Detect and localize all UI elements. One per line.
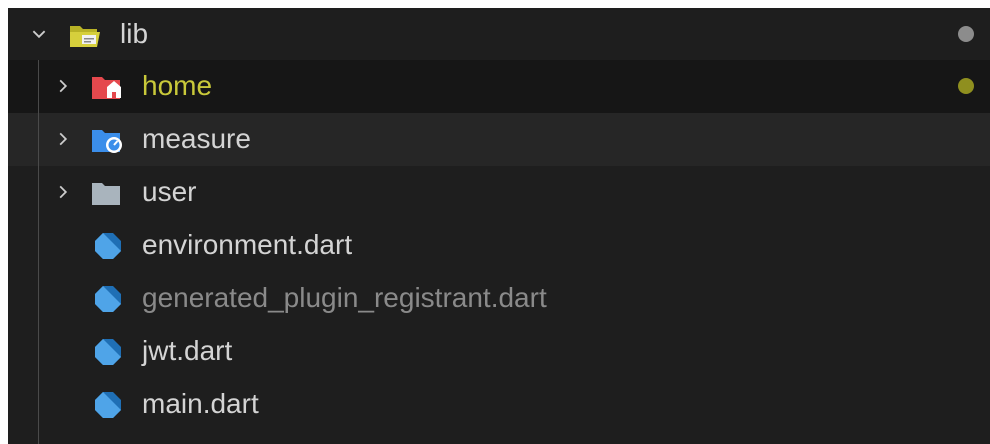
tree-item-measure[interactable]: measure	[8, 113, 990, 166]
tree-item-home[interactable]: home	[8, 60, 990, 113]
tree-item-generated-plugin-registrant-dart[interactable]: generated_plugin_registrant.dart	[8, 272, 990, 325]
tree-item-main-dart[interactable]: main.dart	[8, 378, 990, 431]
folder-measure-icon	[90, 125, 124, 155]
tree-item-label: generated_plugin_registrant.dart	[142, 282, 547, 313]
tree-item-environment-dart[interactable]: environment.dart	[8, 219, 990, 272]
chevron-right-icon[interactable]	[52, 181, 74, 203]
tree-item-label: jwt.dart	[142, 335, 233, 366]
tree-item-label: user	[142, 176, 197, 207]
chevron-right-icon[interactable]	[52, 75, 74, 97]
tree-item-jwt-dart[interactable]: jwt.dart	[8, 325, 990, 378]
tree-item-label: main.dart	[142, 388, 259, 419]
tree-item-label: environment.dart	[142, 229, 353, 260]
dart-icon	[90, 284, 124, 314]
folder-icon	[90, 178, 124, 208]
dart-icon	[90, 390, 124, 420]
tree-root-label: lib	[120, 18, 149, 49]
file-explorer: lib home measure user environment.dart g…	[8, 8, 990, 444]
tree-item-label: measure	[142, 123, 251, 154]
indent-guide	[38, 60, 39, 444]
git-status-dot	[958, 26, 974, 42]
folder-home-icon	[90, 72, 124, 102]
git-status-dot	[958, 78, 974, 94]
chevron-down-icon[interactable]	[28, 23, 50, 45]
tree-item-user[interactable]: user	[8, 166, 990, 219]
chevron-right-icon[interactable]	[52, 128, 74, 150]
tree-item-label: home	[142, 70, 213, 101]
dart-icon	[90, 337, 124, 367]
dart-icon	[90, 231, 124, 261]
tree-root-lib[interactable]: lib	[8, 8, 990, 60]
folder-open-icon	[68, 20, 102, 50]
